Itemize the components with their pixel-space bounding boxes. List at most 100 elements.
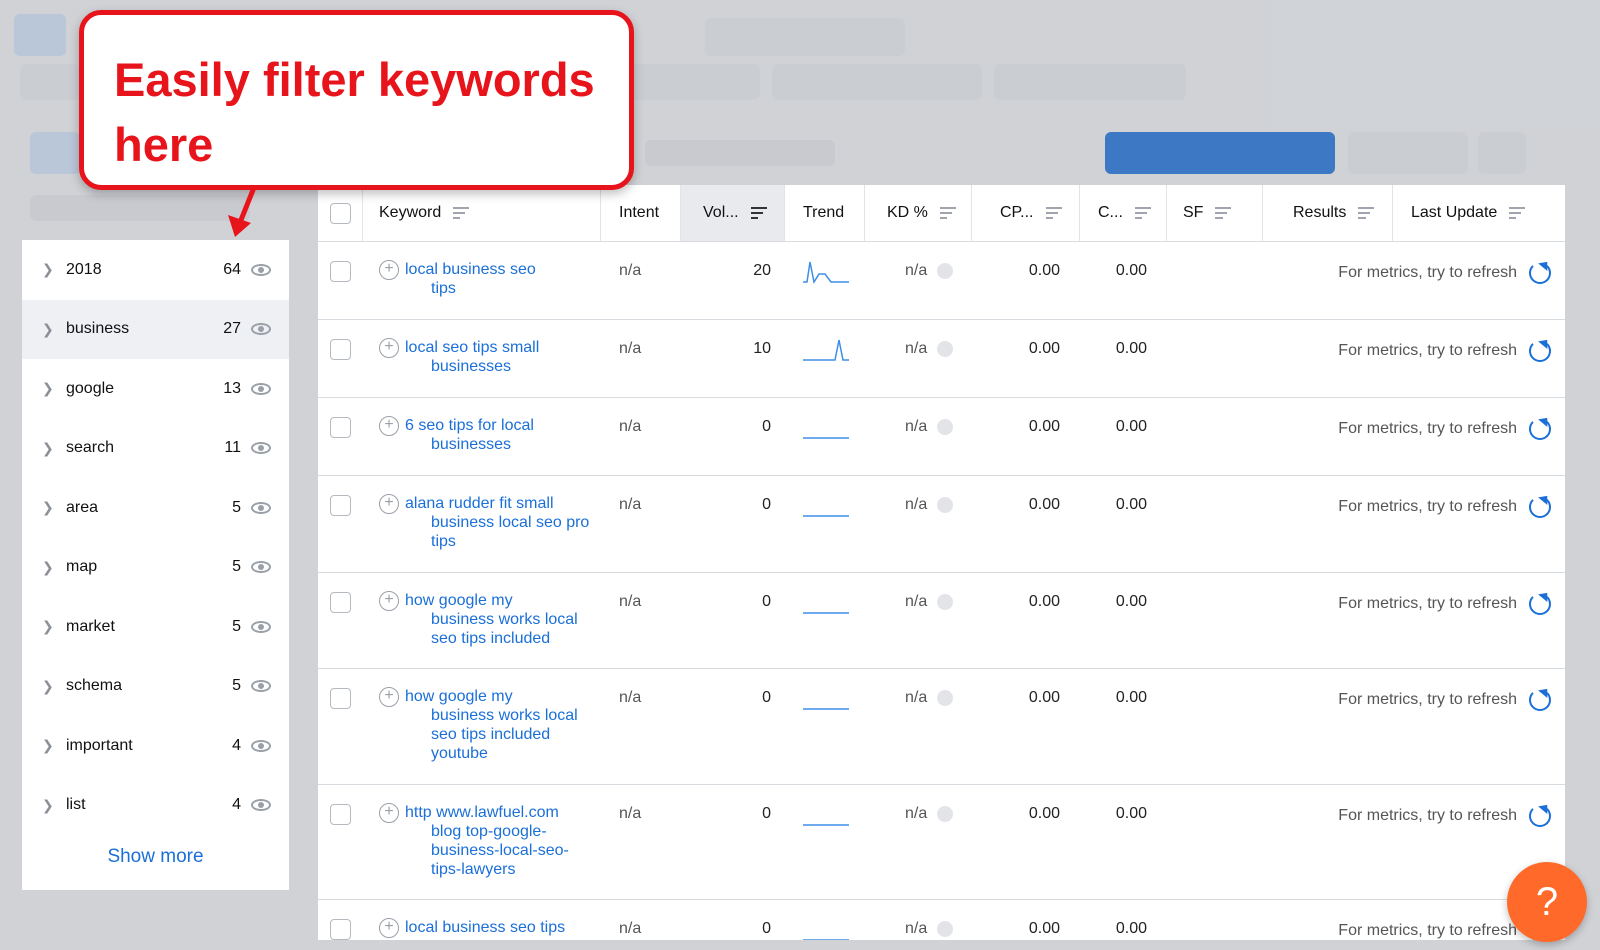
- row-checkbox[interactable]: [330, 261, 351, 282]
- keyword-line[interactable]: how google my: [405, 687, 578, 706]
- chevron-right-icon[interactable]: ❯: [42, 618, 62, 635]
- row-checkbox[interactable]: [330, 495, 351, 516]
- group-item[interactable]: ❯ google 13: [22, 359, 289, 419]
- keyword-line[interactable]: tips-lawyers: [405, 860, 569, 879]
- keyword-link[interactable]: 6 seo tips for local businesses: [405, 416, 534, 475]
- eye-icon[interactable]: [251, 620, 271, 633]
- group-item[interactable]: ❯ area 5: [22, 478, 289, 538]
- row-checkbox[interactable]: [330, 339, 351, 360]
- group-item[interactable]: ❯ business 27: [22, 299, 289, 359]
- keyword-line[interactable]: local seo tips small: [405, 338, 539, 357]
- group-item[interactable]: ❯ list 4: [22, 776, 289, 836]
- col-results[interactable]: Results: [1263, 185, 1393, 241]
- keyword-line[interactable]: local business seo: [405, 260, 536, 279]
- keyword-line[interactable]: http www.lawfuel.com: [405, 803, 569, 822]
- eye-icon[interactable]: [251, 561, 271, 574]
- eye-icon[interactable]: [251, 263, 271, 276]
- help-button[interactable]: ?: [1507, 862, 1587, 942]
- add-keyword-icon[interactable]: +: [379, 687, 399, 707]
- col-intent[interactable]: Intent: [601, 185, 681, 241]
- select-all-checkbox[interactable]: [329, 202, 351, 224]
- keyword-line[interactable]: tips: [405, 279, 536, 298]
- keyword-line[interactable]: blog top-google-: [405, 822, 569, 841]
- eye-icon[interactable]: [251, 323, 271, 336]
- refresh-icon[interactable]: [1529, 805, 1551, 827]
- chevron-right-icon[interactable]: ❯: [42, 737, 62, 754]
- chevron-right-icon[interactable]: ❯: [42, 261, 62, 278]
- keyword-groups-sidebar: ❯ 2018 64 ❯ business 27 ❯ google 13 ❯ search 11 ❯ are…: [22, 240, 289, 890]
- col-com[interactable]: C...: [1080, 185, 1167, 241]
- col-sf[interactable]: SF: [1167, 185, 1263, 241]
- col-kd[interactable]: KD %: [865, 185, 972, 241]
- refresh-icon[interactable]: [1529, 340, 1551, 362]
- col-trend[interactable]: Trend: [785, 185, 865, 241]
- chevron-right-icon[interactable]: ❯: [42, 380, 62, 397]
- refresh-icon[interactable]: [1529, 593, 1551, 615]
- row-checkbox[interactable]: [330, 417, 351, 438]
- keyword-line[interactable]: alana rudder fit small: [405, 494, 589, 513]
- group-item[interactable]: ❯ schema 5: [22, 657, 289, 717]
- keyword-line[interactable]: business works local: [405, 610, 578, 629]
- add-keyword-icon[interactable]: +: [379, 338, 399, 358]
- refresh-icon[interactable]: [1529, 418, 1551, 440]
- chevron-right-icon[interactable]: ❯: [42, 440, 62, 457]
- keyword-line[interactable]: businesses: [405, 357, 539, 376]
- keyword-line[interactable]: local business seo tips: [405, 918, 565, 937]
- eye-icon[interactable]: [251, 799, 271, 812]
- chevron-right-icon[interactable]: ❯: [42, 499, 62, 516]
- add-keyword-icon[interactable]: +: [379, 494, 399, 514]
- show-more-link[interactable]: Show more: [22, 846, 289, 868]
- intent-cell: n/a: [619, 496, 642, 513]
- refresh-icon[interactable]: [1529, 689, 1551, 711]
- col-keyword[interactable]: Keyword: [363, 185, 601, 241]
- row-checkbox[interactable]: [330, 804, 351, 825]
- keyword-line[interactable]: how google my: [405, 591, 578, 610]
- add-keyword-icon[interactable]: +: [379, 416, 399, 436]
- chevron-right-icon[interactable]: ❯: [42, 797, 62, 814]
- add-keyword-icon[interactable]: +: [379, 260, 399, 280]
- keyword-link[interactable]: http www.lawfuel.com blog top-google-busi…: [405, 803, 569, 899]
- add-keyword-icon[interactable]: +: [379, 803, 399, 823]
- eye-icon[interactable]: [251, 442, 271, 455]
- eye-icon[interactable]: [251, 382, 271, 395]
- refresh-icon[interactable]: [1529, 496, 1551, 518]
- add-keyword-icon[interactable]: +: [379, 918, 399, 938]
- group-item[interactable]: ❯ important 4: [22, 716, 289, 776]
- intent-cell: n/a: [619, 689, 642, 706]
- keyword-link[interactable]: local seo tips small businesses: [405, 338, 539, 397]
- eye-icon[interactable]: [251, 739, 271, 752]
- group-item[interactable]: ❯ map 5: [22, 538, 289, 598]
- eye-icon[interactable]: [251, 680, 271, 693]
- keyword-line[interactable]: 6 seo tips for local: [405, 416, 534, 435]
- group-item[interactable]: ❯ market 5: [22, 597, 289, 657]
- group-item[interactable]: ❯ 2018 64: [22, 240, 289, 300]
- keyword-line[interactable]: business-local-seo-: [405, 841, 569, 860]
- sf-cell: [1167, 900, 1263, 940]
- keyword-link[interactable]: local business seo tips: [405, 918, 565, 940]
- chevron-right-icon[interactable]: ❯: [42, 321, 62, 338]
- refresh-icon[interactable]: [1529, 262, 1551, 284]
- keyword-line[interactable]: business works local: [405, 706, 578, 725]
- col-volume[interactable]: Vol...: [681, 185, 785, 241]
- keyword-line[interactable]: tips: [405, 532, 589, 551]
- chevron-right-icon[interactable]: ❯: [42, 678, 62, 695]
- row-checkbox[interactable]: [330, 919, 351, 940]
- keyword-line[interactable]: business local seo pro: [405, 513, 589, 532]
- keyword-link[interactable]: how google my business works local seo tip…: [405, 687, 578, 784]
- keyword-link[interactable]: how google my business works local seo tip…: [405, 591, 578, 668]
- col-cpc[interactable]: CP...: [972, 185, 1080, 241]
- row-checkbox[interactable]: [330, 688, 351, 709]
- add-keyword-icon[interactable]: +: [379, 591, 399, 611]
- keyword-link[interactable]: local business seo tips: [405, 260, 536, 319]
- eye-icon[interactable]: [251, 501, 271, 514]
- keyword-line[interactable]: businesses: [405, 435, 534, 454]
- row-checkbox[interactable]: [330, 592, 351, 613]
- keyword-line[interactable]: seo tips included: [405, 629, 578, 648]
- keyword-link[interactable]: alana rudder fit small business local seo…: [405, 494, 589, 572]
- group-item[interactable]: ❯ search 11: [22, 419, 289, 479]
- chevron-right-icon[interactable]: ❯: [42, 559, 62, 576]
- col-last-update[interactable]: Last Update: [1393, 185, 1565, 241]
- keyword-line[interactable]: seo tips included: [405, 725, 578, 744]
- keyword-line[interactable]: youtube: [405, 744, 578, 763]
- keyword-cell: + alana rudder fit small business local se…: [363, 476, 601, 572]
